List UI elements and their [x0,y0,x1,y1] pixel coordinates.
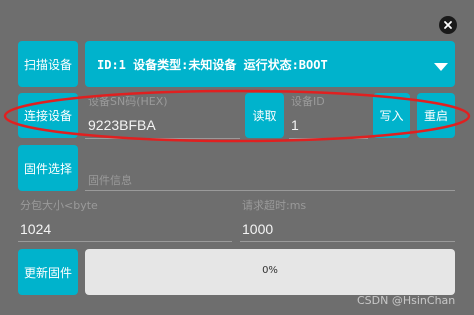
firmware-info-underline [85,190,455,191]
device-select-value: ID:1 设备类型:未知设备 运行状态:BOOT [97,58,328,72]
firmware-select-button[interactable]: 固件选择 [18,145,78,191]
firmware-info-label: 固件信息 [88,174,132,187]
timeout-input[interactable]: 1000 [242,221,273,237]
progress-bar: 0% [85,249,455,295]
device-id-input[interactable]: 1 [291,117,299,133]
sn-label: 设备SN码(HEX) [88,95,168,108]
write-button[interactable]: 写入 [373,93,410,138]
packet-size-input[interactable]: 1024 [20,221,51,237]
device-id-underline [289,138,368,139]
device-select[interactable]: ID:1 设备类型:未知设备 运行状态:BOOT [85,41,455,87]
packet-size-label: 分包大小<byte [20,199,98,212]
progress-label: 0% [262,265,278,276]
device-id-label: 设备ID [291,95,325,108]
sn-input-underline [85,138,240,139]
packet-size-underline [18,241,232,242]
close-icon [444,21,452,29]
close-button[interactable] [439,16,457,34]
read-button[interactable]: 读取 [245,93,284,138]
timeout-label: 请求超时:ms [242,199,307,212]
update-firmware-button[interactable]: 更新固件 [18,249,78,295]
watermark: CSDN @HsinChan [357,294,456,307]
dropdown-arrow-icon [434,63,448,71]
connect-device-button[interactable]: 连接设备 [18,93,78,138]
restart-button[interactable]: 重启 [417,93,455,138]
scan-device-button[interactable]: 扫描设备 [18,41,78,87]
sn-input[interactable]: 9223BFBA [88,117,156,133]
timeout-underline [240,241,455,242]
